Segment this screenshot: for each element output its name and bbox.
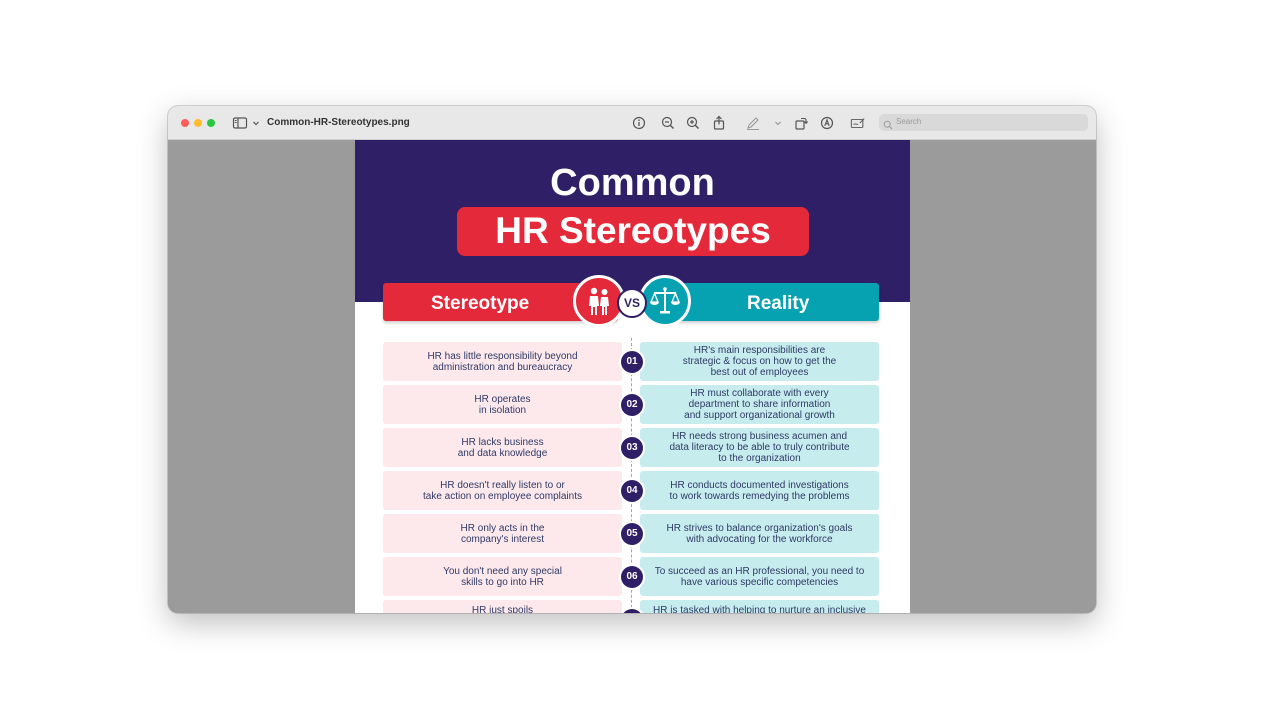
row-number-badge: 04	[621, 480, 643, 502]
minimize-window-button[interactable]	[194, 119, 202, 127]
stereotype-header-label: Stereotype	[431, 293, 530, 314]
title-line-1: Common	[550, 162, 715, 204]
info-icon[interactable]	[631, 115, 647, 131]
reality-header-label: Reality	[747, 293, 810, 314]
stereotype-card: HR just spoils	[383, 600, 622, 613]
image-viewport[interactable]: Common HR Stereotypes Stereotype Reality	[168, 140, 1096, 613]
preview-window: Common-HR-Stereotypes.png Search Common …	[168, 106, 1096, 613]
title-line-2: HR Stereotypes	[495, 210, 771, 251]
search-field[interactable]: Search	[879, 114, 1088, 131]
stereotype-card: You don't need any special skills to go …	[383, 557, 622, 596]
reality-card: HR is tasked with helping to nurture an …	[640, 600, 879, 613]
markup-pen-icon[interactable]	[745, 115, 761, 131]
reality-card: HR's main responsibilities are strategic…	[640, 342, 879, 381]
chevron-down-icon[interactable]	[248, 115, 259, 131]
share-icon[interactable]	[711, 115, 727, 131]
reality-card: HR conducts documented investigations to…	[640, 471, 879, 510]
reality-card: HR needs strong business acumen and data…	[640, 428, 879, 467]
row-number-badge: 05	[621, 523, 643, 545]
stereotype-card: HR doesn't really listen to or take acti…	[383, 471, 622, 510]
stereotype-card: HR only acts in the company's interest	[383, 514, 622, 553]
reality-card: To succeed as an HR professional, you ne…	[640, 557, 879, 596]
vs-badge: VS	[617, 288, 647, 318]
row-number-badge: 02	[621, 394, 643, 416]
toolbar: Common-HR-Stereotypes.png Search	[168, 106, 1096, 140]
zoom-out-icon[interactable]	[660, 115, 676, 131]
reality-card: HR strives to balance organization's goa…	[640, 514, 879, 553]
stereotype-card: HR operates in isolation	[383, 385, 622, 424]
row-number-badge: 03	[621, 437, 643, 459]
close-window-button[interactable]	[181, 119, 189, 127]
stereotype-card: HR lacks business and data knowledge	[383, 428, 622, 467]
search-placeholder: Search	[896, 117, 922, 126]
row-number-badge: 06	[621, 566, 643, 588]
annotate-icon[interactable]	[819, 115, 835, 131]
window-title: Common-HR-Stereotypes.png	[267, 117, 410, 128]
row-number-badge: 01	[621, 351, 643, 373]
zoom-window-button[interactable]	[207, 119, 215, 127]
zoom-in-icon[interactable]	[685, 115, 701, 131]
search-icon	[883, 117, 893, 130]
sidebar-icon[interactable]	[232, 115, 248, 131]
infographic-image: Common HR Stereotypes Stereotype Reality	[355, 140, 910, 613]
chevron-down-icon[interactable]	[770, 115, 781, 131]
stereotype-card: HR has little responsibility beyond admi…	[383, 342, 622, 381]
rotate-icon[interactable]	[793, 115, 809, 131]
reality-card: HR must collaborate with every departmen…	[640, 385, 879, 424]
signature-icon[interactable]	[850, 115, 868, 131]
